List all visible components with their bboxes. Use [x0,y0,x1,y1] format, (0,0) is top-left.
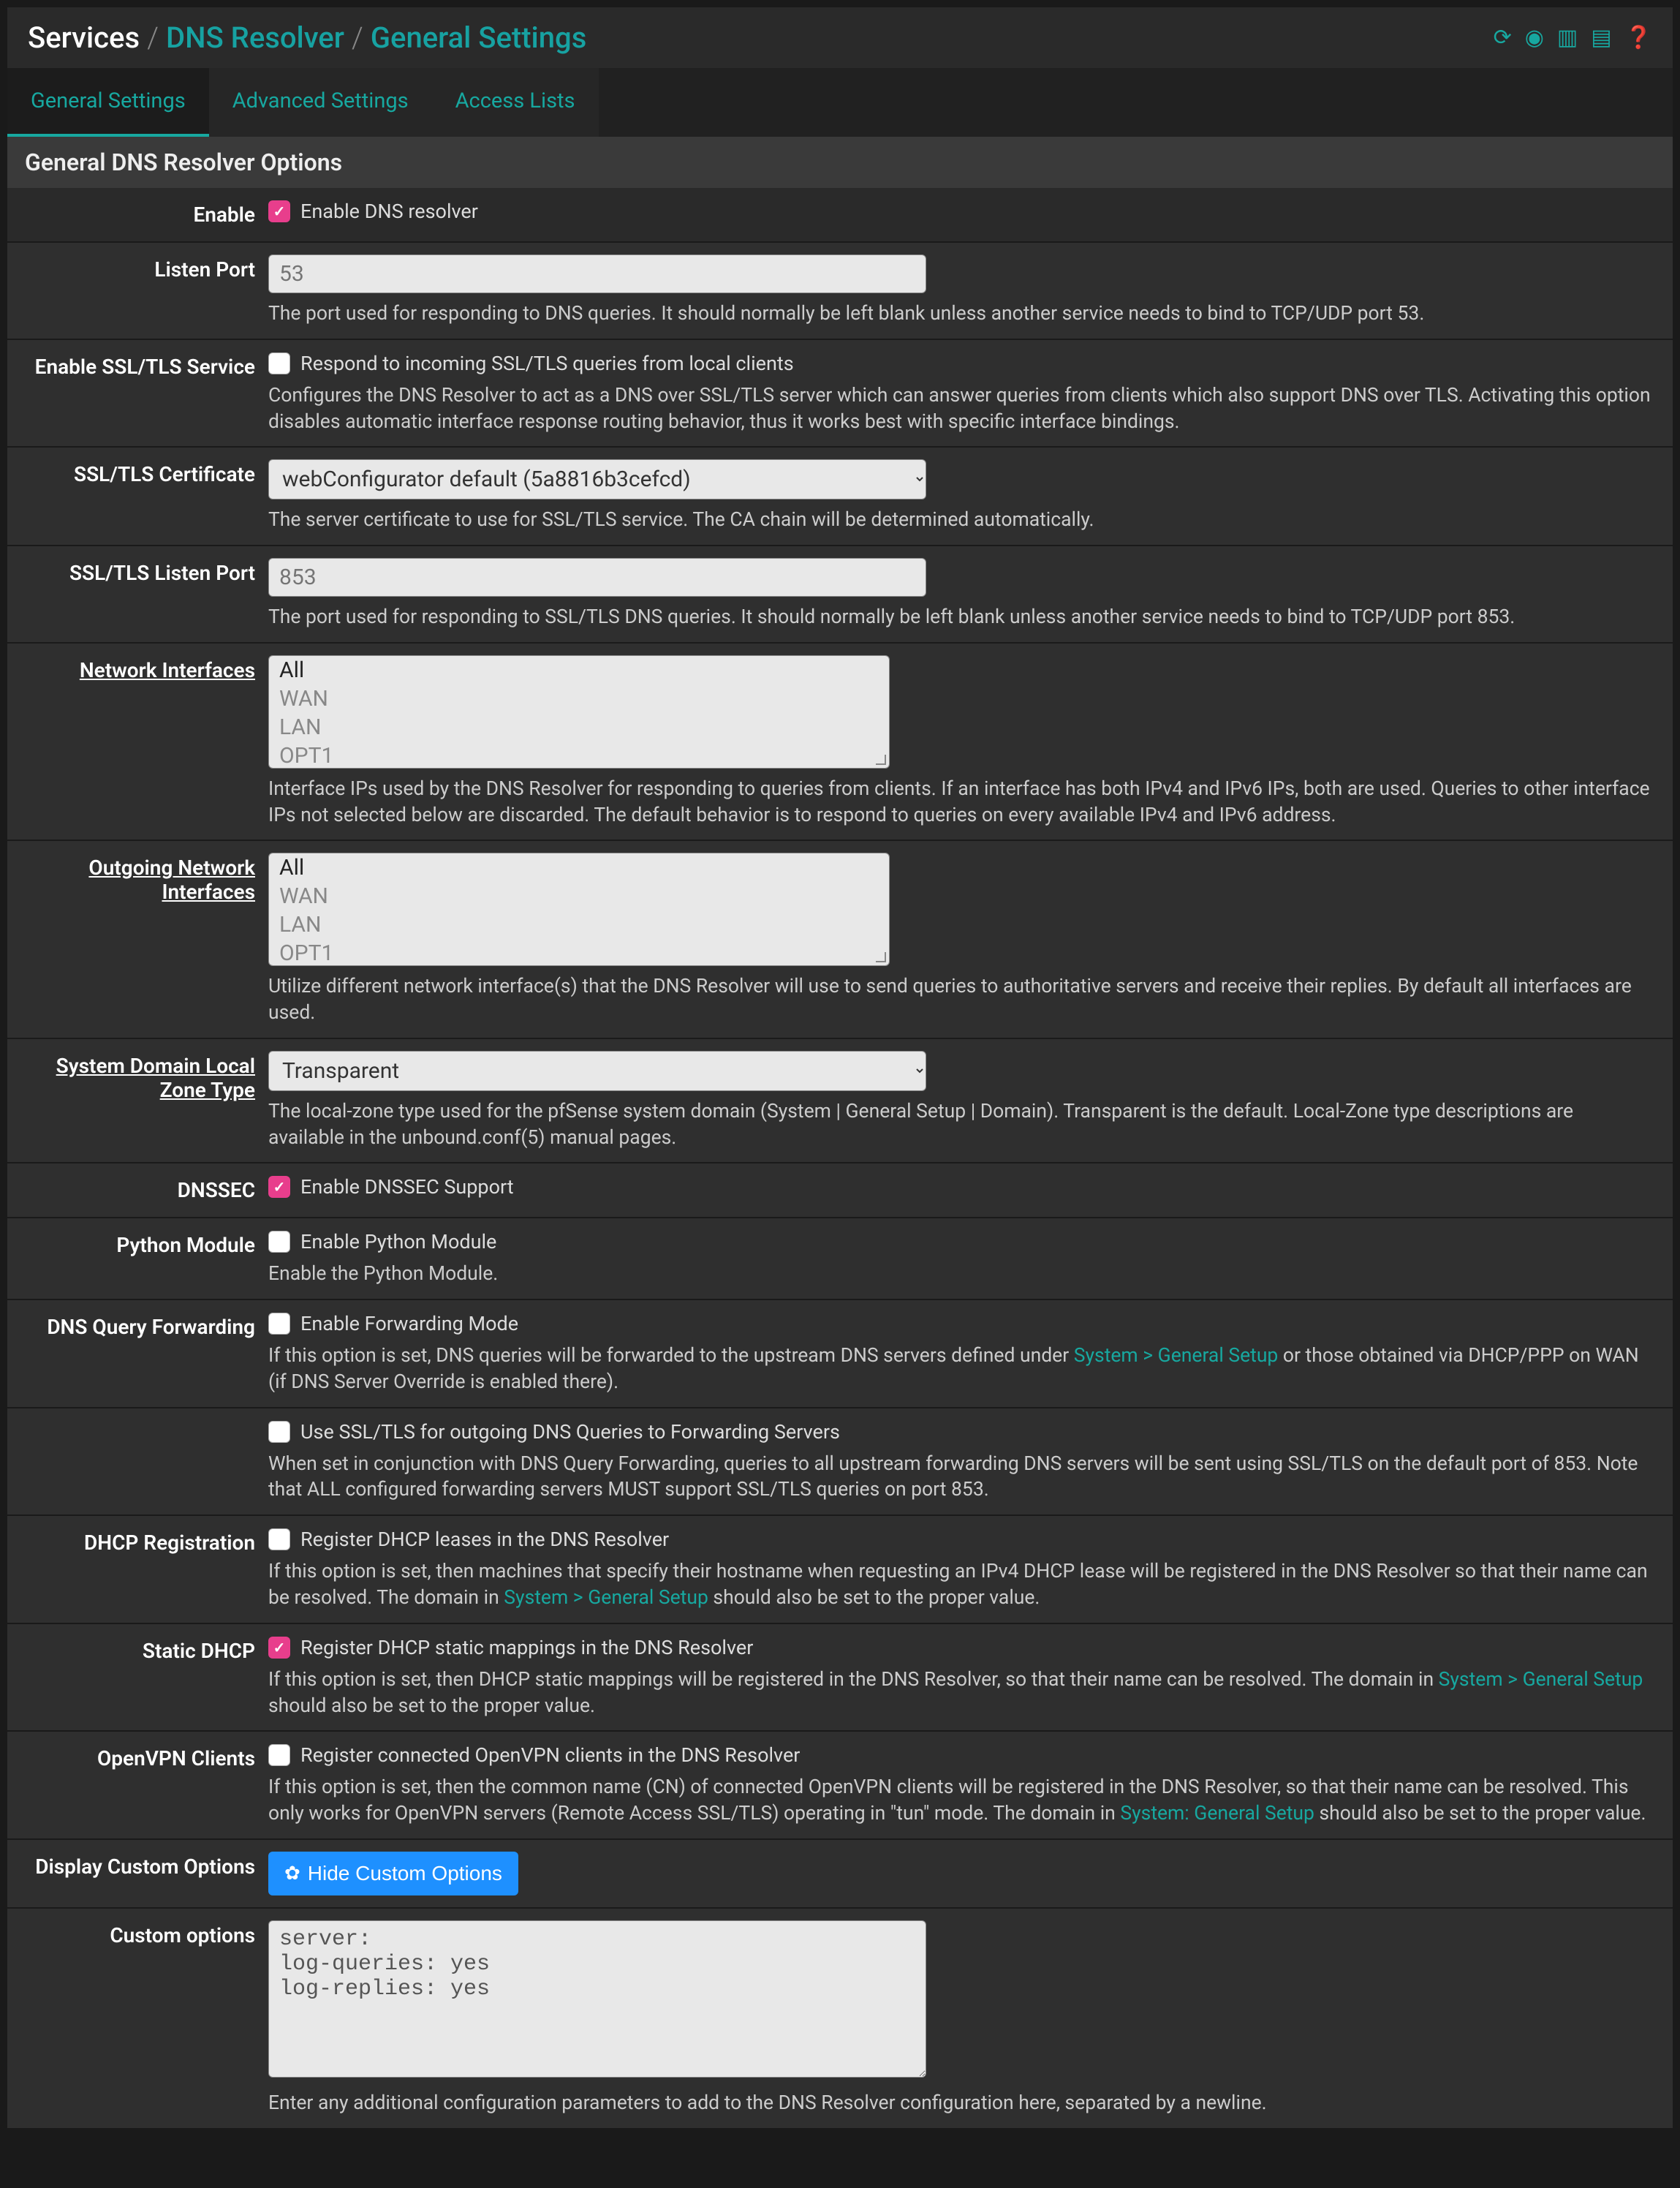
outif-opt1[interactable]: OPT1 [269,939,889,966]
checkbox-python-label: Enable Python Module [300,1230,496,1253]
select-sslcert[interactable]: webConfigurator default (5a8816b3cefcd) [268,459,926,499]
label-netif: Network Interfaces [16,655,268,685]
checkbox-staticdhcp-label: Register DHCP static mappings in the DNS… [300,1636,753,1659]
gear-icon: ✿ [284,1862,300,1885]
help-python: Enable the Python Module. [268,1261,1651,1287]
label-dnssec: DNSSEC [16,1175,268,1205]
checkbox-fwd-label: Enable Forwarding Mode [300,1312,518,1335]
outif-all[interactable]: All [269,853,889,882]
label-customdisp: Display Custom Options [16,1852,268,1882]
label-dhcpreg: DHCP Registration [16,1528,268,1558]
checkbox-dnssec-label: Enable DNSSEC Support [300,1175,514,1199]
link-general-setup-4[interactable]: System: General Setup [1120,1802,1314,1825]
help-sslcert: The server certificate to use for SSL/TL… [268,507,1651,533]
help-ovpn: If this option is set, then the common n… [268,1774,1651,1827]
select-zone[interactable]: Transparent [268,1051,926,1091]
label-ovpn: OpenVPN Clients [16,1743,268,1773]
label-sslcert: SSL/TLS Certificate [16,459,268,489]
label-enable: Enable [16,200,268,230]
checkbox-ssl[interactable] [268,352,290,374]
help-fwd: If this option is set, DNS queries will … [268,1343,1651,1395]
checkbox-fwdtls-label: Use SSL/TLS for outgoing DNS Queries to … [300,1420,840,1444]
help-outif: Utilize different network interface(s) t… [268,973,1651,1026]
multiselect-outif[interactable]: All WAN LAN OPT1 SERVER [268,853,890,966]
input-sslport[interactable] [268,558,926,597]
link-general-setup[interactable]: System > General Setup [1074,1344,1279,1367]
checkbox-python[interactable] [268,1231,290,1253]
help-dhcpreg: If this option is set, then machines tha… [268,1558,1651,1611]
label-ssl: Enable SSL/TLS Service [16,352,268,382]
checkbox-dhcpreg[interactable] [268,1528,290,1550]
link-general-setup-2[interactable]: System > General Setup [504,1586,708,1609]
tabs: General Settings Advanced Settings Acces… [7,68,1673,137]
help-staticdhcp: If this option is set, then DHCP static … [268,1667,1651,1719]
help-port: The port used for responding to DNS quer… [268,301,1651,327]
checkbox-enable[interactable]: ✓ [268,200,290,222]
checkbox-ovpn[interactable] [268,1744,290,1766]
tab-advanced[interactable]: Advanced Settings [209,68,432,137]
toolbar-icons: ⟳ ◉ ▥ ▤ ❓ [1494,25,1652,50]
checkbox-ovpn-label: Register connected OpenVPN clients in th… [300,1743,800,1767]
netif-all[interactable]: All [269,656,889,684]
checkbox-staticdhcp[interactable]: ✓ [268,1637,290,1659]
label-staticdhcp: Static DHCP [16,1636,268,1666]
label-zone: System Domain Local Zone Type [16,1051,268,1105]
label-python: Python Module [16,1230,268,1260]
tab-general[interactable]: General Settings [7,68,209,137]
netif-wan[interactable]: WAN [269,684,889,713]
outif-wan[interactable]: WAN [269,882,889,910]
diag-icon[interactable]: ▤ [1591,25,1611,50]
help-zone: The local-zone type used for the pfSense… [268,1098,1651,1151]
checkbox-ssl-label: Respond to incoming SSL/TLS queries from… [300,352,794,375]
breadcrumb-seg-dns[interactable]: DNS Resolver [166,20,344,55]
multiselect-netif[interactable]: All WAN LAN OPT1 SERVER [268,655,890,769]
netif-lan[interactable]: LAN [269,713,889,742]
checkbox-dhcpreg-label: Register DHCP leases in the DNS Resolver [300,1528,669,1551]
checkbox-fwd[interactable] [268,1313,290,1335]
help-fwdtls: When set in conjunction with DNS Query F… [268,1451,1651,1504]
help-netif: Interface IPs used by the DNS Resolver f… [268,776,1651,829]
label-port: Listen Port [16,254,268,284]
help-sslport: The port used for responding to SSL/TLS … [268,604,1651,630]
checkbox-fwdtls[interactable] [268,1421,290,1443]
label-fwd: DNS Query Forwarding [16,1312,268,1342]
link-general-setup-3[interactable]: System > General Setup [1439,1668,1643,1691]
hide-custom-options-button[interactable]: ✿ Hide Custom Options [268,1852,518,1895]
tab-access[interactable]: Access Lists [432,68,599,137]
checkbox-dnssec[interactable]: ✓ [268,1176,290,1198]
textarea-customopts[interactable] [268,1920,926,2078]
breadcrumb-bar: Services / DNS Resolver / General Settin… [7,7,1673,68]
breadcrumb: Services / DNS Resolver / General Settin… [28,20,586,55]
outif-lan[interactable]: LAN [269,910,889,939]
status-icon[interactable]: ◉ [1525,25,1544,50]
netif-opt1[interactable]: OPT1 [269,742,889,769]
label-sslport: SSL/TLS Listen Port [16,558,268,588]
help-ssl: Configures the DNS Resolver to act as a … [268,382,1651,435]
label-customopts: Custom options [16,1920,268,1950]
help-customopts: Enter any additional configuration param… [268,2090,1651,2116]
breadcrumb-seg-general[interactable]: General Settings [371,20,587,55]
panel-title: General DNS Resolver Options [7,137,1673,188]
input-port[interactable] [268,254,926,293]
log-icon[interactable]: ▥ [1557,25,1578,50]
breadcrumb-seg-services[interactable]: Services [28,20,140,55]
help-icon[interactable]: ❓ [1625,25,1652,50]
checkbox-enable-label: Enable DNS resolver [300,200,478,223]
label-outif: Outgoing Network Interfaces [16,853,268,907]
restart-icon[interactable]: ⟳ [1494,25,1512,50]
